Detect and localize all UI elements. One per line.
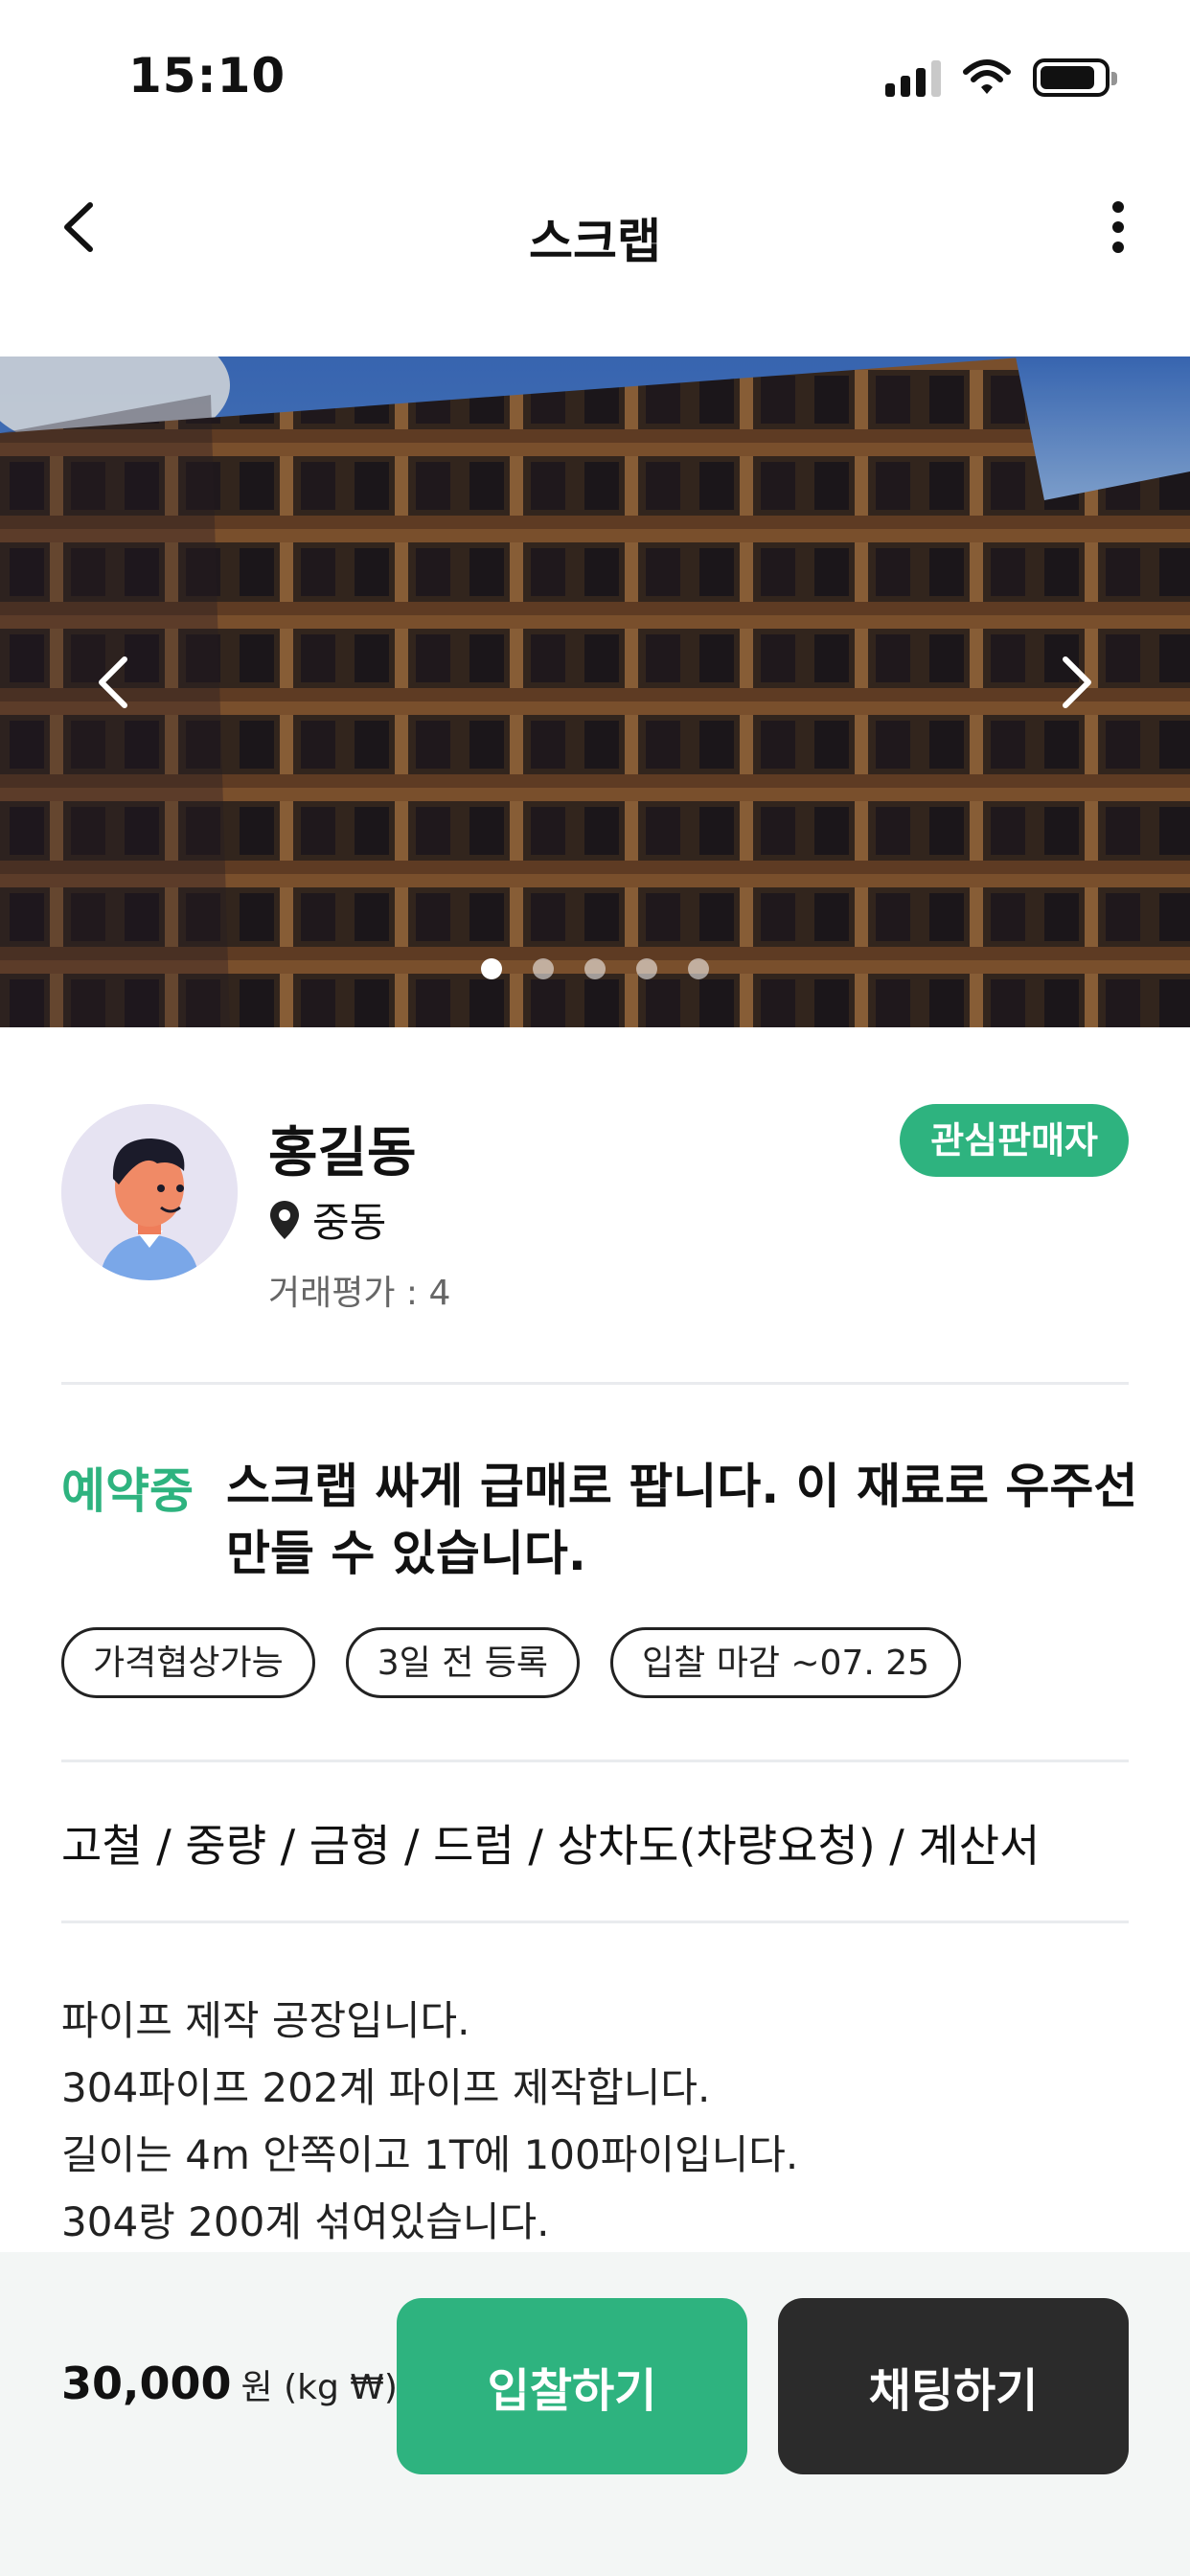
status-icons — [885, 56, 1117, 100]
price-value: 30,000 — [61, 2358, 232, 2409]
cellular-signal-icon — [885, 58, 941, 97]
price-display: 30,000 원 (kg ₩) — [61, 2358, 398, 2409]
status-time: 15:10 — [128, 48, 286, 104]
seller-rating: 거래평가 : 4 — [268, 1274, 451, 1313]
carousel-dot[interactable] — [688, 958, 709, 979]
divider — [61, 1382, 1129, 1385]
price-unit: 원 (kg ₩) — [240, 2368, 398, 2407]
reservation-status-label: 예약중 — [61, 1463, 194, 1519]
battery-icon — [1033, 58, 1117, 97]
tag-bid-deadline: 입찰 마감 ~07. 25 — [610, 1627, 962, 1698]
listing-tags: 가격협상가능 3일 전 등록 입찰 마감 ~07. 25 — [61, 1627, 962, 1698]
status-bar: 15:10 — [0, 0, 1190, 153]
listing-title: 스크랩 싸게 급매로 팝니다. 이 재료로 우주선 만들 수 있습니다. — [226, 1459, 1138, 1581]
seller-avatar — [61, 1104, 238, 1280]
description-line: 304파이프 202계 파이프 제작합니다. — [61, 2064, 711, 2111]
tag-negotiable: 가격협상가능 — [61, 1627, 315, 1698]
chat-button[interactable]: 채팅하기 — [778, 2298, 1129, 2474]
favorite-seller-button[interactable]: 관심판매자 — [900, 1104, 1129, 1177]
carousel-dot[interactable] — [481, 958, 502, 979]
carousel-dot[interactable] — [533, 958, 554, 979]
seller-location: 중동 — [268, 1190, 386, 1249]
carousel-dot[interactable] — [584, 958, 606, 979]
listing-description: 파이프 제작 공장입니다. 304파이프 202계 파이프 제작합니다. 길이는… — [61, 1988, 798, 2256]
page-title: 스크랩 — [529, 214, 661, 269]
wifi-icon — [963, 59, 1011, 94]
description-line: 304랑 200계 섞여있습니다. — [61, 2198, 550, 2245]
tag-registered-date: 3일 전 등록 — [345, 1627, 581, 1698]
description-line: 파이프 제작 공장입니다. — [61, 1997, 470, 2044]
description-line: 길이는 4m 안쪽이고 1T에 100파이입니다. — [61, 2131, 799, 2178]
seller-location-text: 중동 — [312, 1199, 387, 1246]
seller-section: 홍길동 중동 거래평가 : 4 관심판매자 — [61, 1102, 1129, 1313]
carousel-pagination — [0, 958, 1190, 979]
location-pin-icon — [270, 1200, 299, 1239]
bottom-action-bar: 30,000 원 (kg ₩) 입찰하기 채팅하기 — [0, 2252, 1190, 2576]
divider — [61, 1760, 1129, 1762]
navigation-bar: 스크랩 — [0, 165, 1190, 289]
carousel-prev-icon[interactable] — [77, 644, 153, 721]
divider — [61, 1920, 1129, 1923]
seller-name: 홍길동 — [268, 1122, 417, 1184]
carousel-dot[interactable] — [636, 958, 657, 979]
bid-button[interactable]: 입찰하기 — [397, 2298, 747, 2474]
scrap-steel-photo — [0, 356, 1190, 1027]
image-carousel[interactable] — [0, 356, 1190, 1027]
carousel-next-icon[interactable] — [1037, 644, 1113, 721]
more-options-icon[interactable] — [1085, 194, 1152, 261]
listing-specs: 고철 / 중량 / 금형 / 드럼 / 상차도(차량요청) / 계산서 — [61, 1820, 1041, 1872]
